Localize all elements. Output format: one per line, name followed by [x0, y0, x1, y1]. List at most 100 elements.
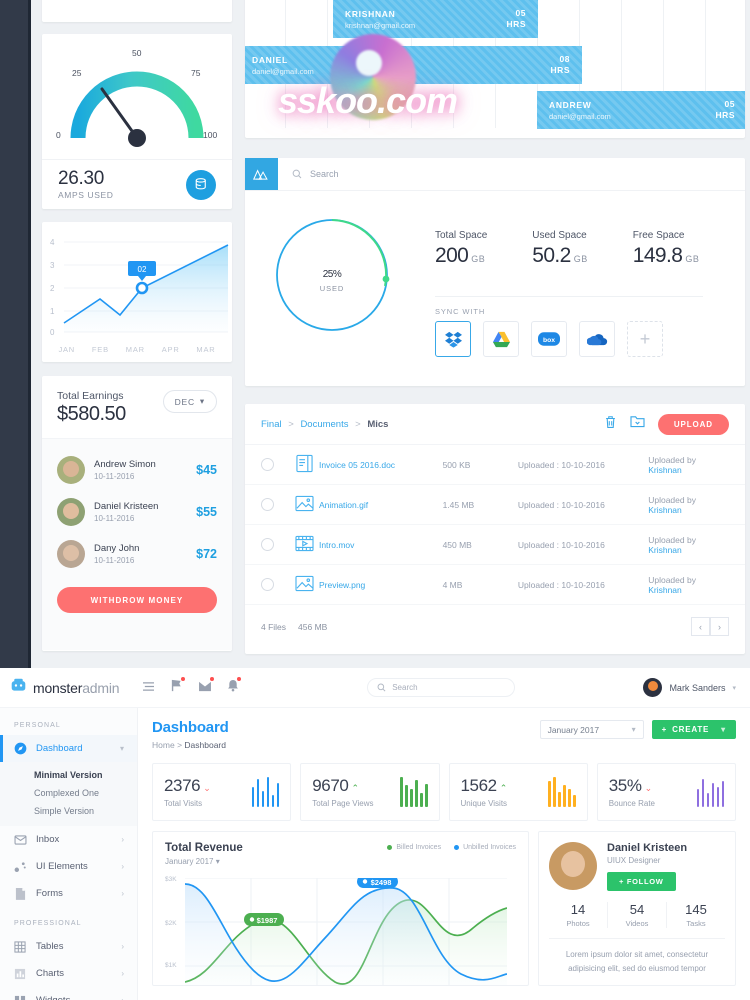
upload-button[interactable]: UPLOAD — [657, 413, 729, 435]
next-page-button[interactable]: › — [710, 617, 729, 636]
page-actions: January 2017 ▾ + CREATE ▾ — [539, 720, 736, 739]
month-dropdown[interactable]: DEC ▾ — [162, 390, 217, 413]
list-item[interactable]: Daniel Kristeen 10-11-2016 $55 — [57, 491, 217, 533]
follow-button[interactable]: + FOLLOW — [607, 872, 676, 891]
mail-icon[interactable] — [198, 676, 214, 697]
sidebar-sub-simple[interactable]: Simple Version — [0, 802, 137, 820]
row-select-radio[interactable] — [261, 578, 274, 591]
kpi-total-page-views[interactable]: 9670 ⌃ Total Page Views — [300, 763, 440, 821]
bell-icon[interactable] — [227, 676, 241, 697]
sidebar-item-label: UI Elements — [36, 861, 88, 872]
breadcrumb-mics: Mics — [367, 418, 389, 430]
dark-sidebar-rail — [0, 0, 28, 668]
file-uploader: Uploaded by Krishnan — [648, 574, 696, 595]
list-item[interactable]: Andrew Simon 10-11-2016 $45 — [57, 449, 217, 491]
pagination: ‹ › — [691, 617, 729, 636]
table-row[interactable]: Preview.png 4 MB Uploaded : 10-10-2016 U… — [245, 565, 745, 605]
sidebar-item-tables[interactable]: Tables › — [0, 933, 137, 960]
annotation-blue: $2498 — [357, 878, 398, 888]
breadcrumb-documents[interactable]: Documents — [300, 419, 348, 430]
file-name[interactable]: Invoice 05 2016.doc — [319, 460, 443, 470]
search-input[interactable]: Search — [367, 678, 516, 697]
legend-dot-blue — [454, 845, 460, 850]
right-column: KRISHNAN krishnan@gmail.com 05 HRS DANIEL… — [245, 0, 750, 668]
space-used: Used Space 50.2 GB — [532, 230, 588, 268]
month-select[interactable]: January 2017 ▾ — [539, 720, 644, 739]
gantt-bar-andrew[interactable]: ANDREW daniel@gmail.com 05 HRS — [537, 91, 745, 129]
file-name[interactable]: Preview.png — [319, 580, 443, 590]
storage-donut-chart: 25% USED — [273, 216, 391, 334]
hamburger-icon[interactable] — [142, 679, 155, 697]
mountains-icon[interactable] — [245, 158, 278, 190]
gantt-bar-krishnan[interactable]: KRISHNAN krishnan@gmail.com 05 HRS — [333, 0, 538, 38]
kpi-bounce-rate[interactable]: 35% ⌄ Bounce Rate — [596, 763, 736, 821]
monsteradmin-preview: monsteradmin Search Mark Sanders ▾ PERSO… — [0, 668, 750, 1000]
kpi-total-visits[interactable]: 2376 ⌄ Total Visits — [152, 763, 292, 821]
breadcrumb-final[interactable]: Final — [261, 419, 282, 430]
user-menu[interactable]: Mark Sanders ▾ — [643, 678, 736, 697]
bell-badge-dot — [237, 676, 241, 681]
cloud-search[interactable]: Search — [278, 158, 745, 190]
file-manager-header: Final > Documents > Mics UPLOAD — [245, 404, 745, 445]
sidebar-submenu: Minimal Version Complexed One Simple Ver… — [0, 762, 137, 826]
create-button[interactable]: + CREATE ▾ — [651, 720, 736, 739]
prev-page-button[interactable]: ‹ — [691, 617, 710, 636]
gantt-bar-daniel[interactable]: DANIEL daniel@gmail.com 08 HRS — [245, 46, 582, 84]
sidebar-item-widgets[interactable]: Widgets › — [0, 987, 137, 1000]
trash-icon[interactable] — [604, 415, 617, 434]
table-row[interactable]: Animation.gif 1.45 MB Uploaded : 10-10-2… — [245, 485, 745, 525]
breadcrumb-home[interactable]: Home — [152, 740, 175, 750]
row-select-radio[interactable] — [261, 458, 274, 471]
sidebar-caption-professional: PROFESSIONAL — [14, 920, 82, 927]
table-row[interactable]: Intro.mov 450 MB Uploaded : 10-10-2016 U… — [245, 525, 745, 565]
gauge-tick-50: 50 — [132, 48, 142, 58]
database-icon[interactable] — [186, 169, 216, 200]
new-folder-icon[interactable] — [630, 415, 645, 433]
line-chart-svg: 02 — [63, 241, 229, 333]
row-select-radio[interactable] — [261, 538, 274, 551]
file-name[interactable]: Animation.gif — [319, 500, 443, 510]
earnings-list: Andrew Simon 10-11-2016 $45 Daniel Krist… — [42, 439, 232, 650]
dropbox-icon[interactable] — [435, 321, 471, 357]
google-drive-icon[interactable] — [483, 321, 519, 357]
list-item[interactable]: Dany John 10-11-2016 $72 — [57, 533, 217, 575]
sidebar-item-label: Dashboard — [36, 743, 83, 754]
sidebar-item-charts[interactable]: Charts › — [0, 960, 137, 987]
flag-icon[interactable] — [170, 676, 185, 697]
profile-stats: 14 Photos 54 Videos 145 Tasks — [549, 902, 725, 928]
monster-icon — [10, 677, 27, 699]
doc-icon — [290, 454, 319, 475]
file-name[interactable]: Intro.mov — [319, 540, 443, 550]
earnings-title: Total Earnings — [57, 390, 124, 402]
profile-name: Daniel Kristeen — [607, 842, 688, 854]
earning-amount: $55 — [196, 505, 217, 519]
gauge-chart: 0 25 50 75 100 — [42, 34, 232, 159]
sidebar-item-inbox[interactable]: Inbox › — [0, 826, 137, 853]
sidebar-sub-complexed[interactable]: Complexed One — [0, 784, 137, 802]
cloud-storage-card: Search 25% USED Total Space 200 GB Used … — [245, 158, 745, 386]
revenue-subtitle[interactable]: January 2017 ▾ — [165, 857, 516, 866]
row-select-radio[interactable] — [261, 498, 274, 511]
sidebar-item-forms[interactable]: Forms › — [0, 880, 137, 907]
gantt-name: KRISHNAN — [345, 8, 396, 19]
sidebar-sub-minimal[interactable]: Minimal Version — [0, 766, 137, 784]
profile-bio: Lorem ipsum dolor sit amet, consectetur … — [565, 950, 709, 973]
add-service-button[interactable]: + — [627, 321, 663, 357]
search-icon — [377, 683, 386, 692]
breadcrumb-sep: > — [177, 740, 183, 750]
onedrive-icon[interactable] — [579, 321, 615, 357]
svg-text:$1987: $1987 — [257, 916, 278, 925]
avatar — [57, 456, 85, 484]
brand[interactable]: monsteradmin — [10, 677, 138, 699]
table-row[interactable]: Invoice 05 2016.doc 500 KB Uploaded : 10… — [245, 445, 745, 485]
sidebar-item-dashboard[interactable]: Dashboard ▾ — [0, 735, 137, 762]
cloud-search-placeholder: Search — [310, 169, 339, 179]
chevron-down-icon: ▾ — [199, 396, 205, 406]
box-icon[interactable]: box — [531, 321, 567, 357]
kpi-unique-visits[interactable]: 1562 ⌃ Unique Visits — [448, 763, 588, 821]
sidebar-item-ui-elements[interactable]: UI Elements › — [0, 853, 137, 880]
withdraw-money-button[interactable]: WITHDROW MONEY — [57, 587, 217, 613]
kpi-value: 1562 ⌃ — [460, 776, 508, 795]
chevron-down-icon: ▾ — [215, 857, 220, 866]
dashboard-preview-top: 0 25 50 75 100 26.30 AMPS USED 02 4 3 2 … — [0, 0, 750, 668]
